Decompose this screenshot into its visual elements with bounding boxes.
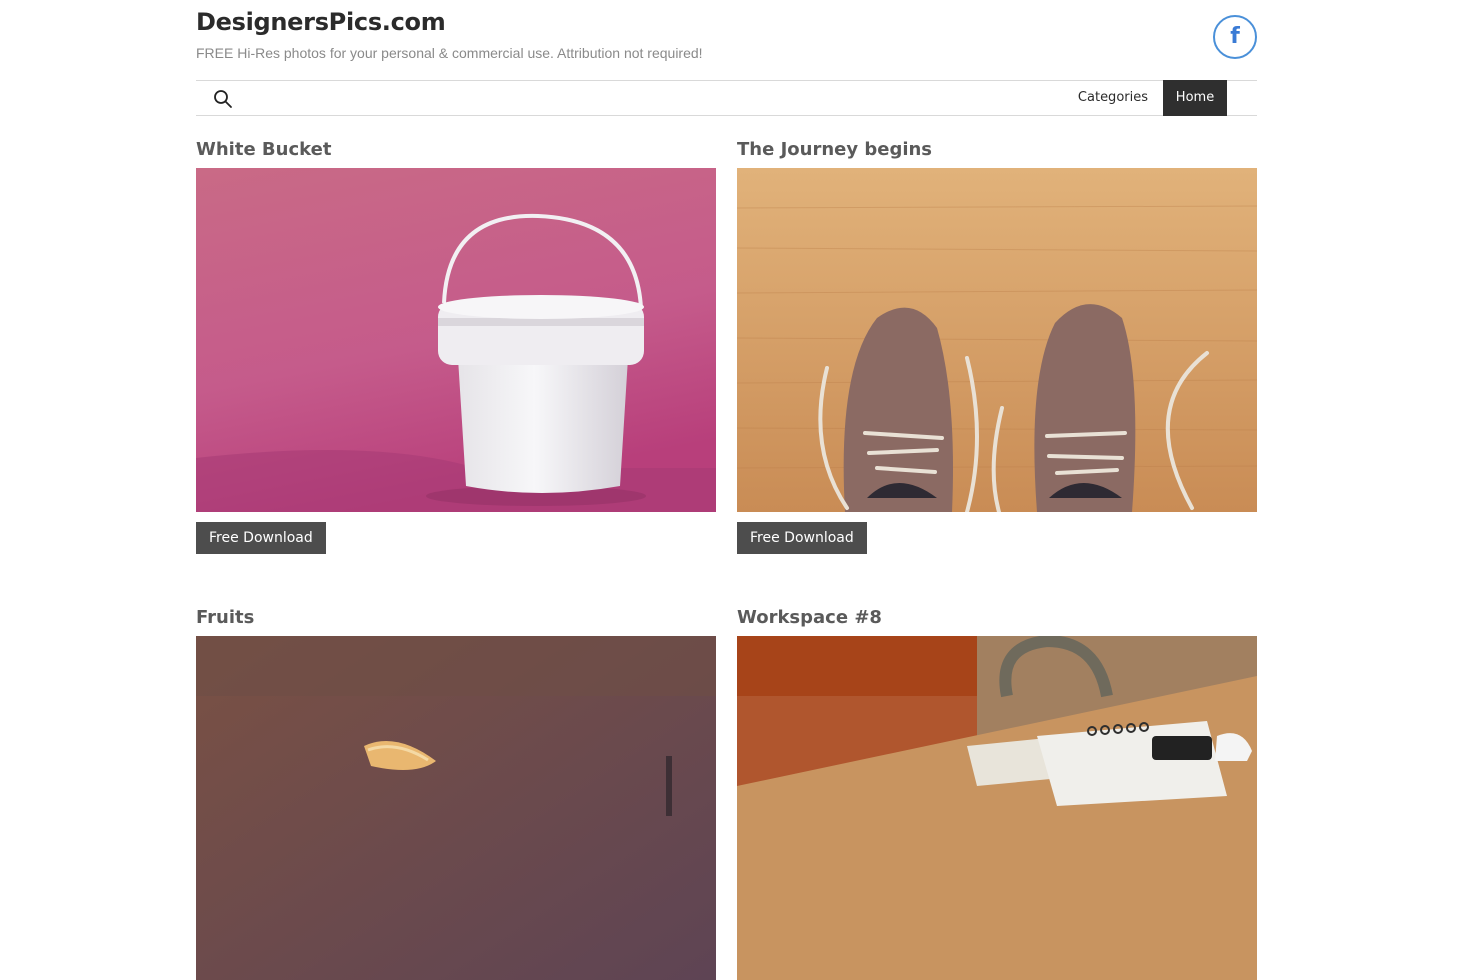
post-title[interactable]: Fruits: [196, 606, 716, 630]
facebook-icon[interactable]: f: [1213, 15, 1257, 59]
post-card: Fruits: [196, 606, 716, 980]
white-bucket-photo[interactable]: [196, 168, 716, 512]
fruits-photo[interactable]: [196, 636, 716, 980]
post-card: The Journey begins Free Download: [737, 138, 1257, 554]
site-tagline: FREE Hi-Res photos for your personal & c…: [196, 45, 703, 61]
page-container: DesignersPics.com FREE Hi-Res photos for…: [196, 0, 1257, 980]
facebook-glyph: f: [1230, 24, 1240, 49]
main-navigation: Categories Home: [196, 80, 1257, 116]
free-download-button[interactable]: Free Download: [737, 522, 867, 554]
post-title[interactable]: Workspace #8: [737, 606, 1257, 630]
site-title[interactable]: DesignersPics.com: [196, 8, 446, 36]
free-download-button[interactable]: Free Download: [196, 522, 326, 554]
search-icon[interactable]: [212, 88, 234, 110]
nav-item-home[interactable]: Home: [1163, 80, 1227, 116]
workspace-photo[interactable]: [737, 636, 1257, 980]
post-title[interactable]: The Journey begins: [737, 138, 1257, 162]
post-title[interactable]: White Bucket: [196, 138, 716, 162]
brown-shoes-photo[interactable]: [737, 168, 1257, 512]
nav-item-categories[interactable]: Categories: [1063, 80, 1163, 116]
post-card: White Bucket Free Download: [196, 138, 716, 554]
post-card: Workspace #8: [737, 606, 1257, 980]
